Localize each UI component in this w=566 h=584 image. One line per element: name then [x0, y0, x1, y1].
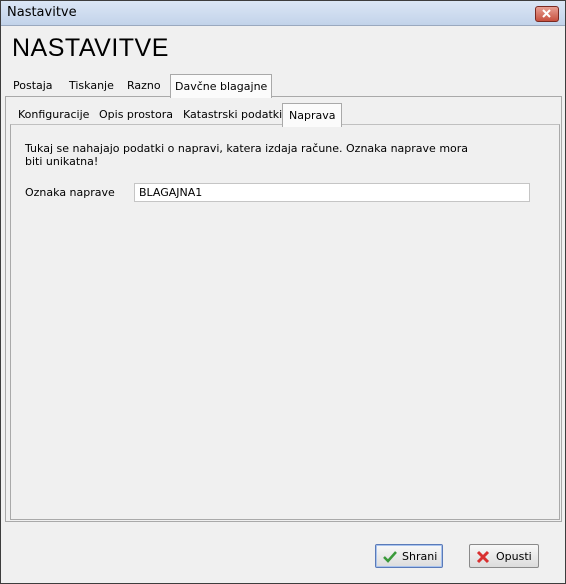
tab-razno[interactable]: Razno — [123, 76, 165, 96]
tab-konfiguracije[interactable]: Konfiguracije — [14, 105, 93, 125]
device-id-input[interactable]: BLAGAJNA1 — [134, 183, 530, 202]
tab-opis-prostora[interactable]: Opis prostora — [95, 105, 177, 125]
check-icon — [383, 551, 397, 563]
tab-davcne-blagajne[interactable]: Davčne blagajne — [170, 74, 273, 98]
tab-katastrski-podatki[interactable]: Katastrski podatki — [179, 105, 286, 125]
cancel-button[interactable]: Opusti — [469, 544, 539, 568]
close-icon — [542, 9, 551, 18]
x-icon — [476, 550, 490, 564]
device-description: Tukaj se nahajajo podatki o napravi, kat… — [25, 142, 469, 168]
save-button[interactable]: Shrani — [375, 544, 443, 568]
title-bar[interactable]: Nastavitve — [1, 1, 565, 26]
cancel-label: Opusti — [496, 550, 532, 563]
tab-naprava[interactable]: Naprava — [282, 103, 343, 127]
device-label: Oznaka naprave — [25, 186, 115, 199]
window-title: Nastavitve — [7, 5, 77, 20]
tab-postaja[interactable]: Postaja — [9, 76, 57, 96]
close-button[interactable] — [535, 6, 559, 22]
tab-tiskanje[interactable]: Tiskanje — [65, 76, 118, 96]
save-label: Shrani — [402, 550, 438, 563]
page-title: NASTAVITVE — [12, 34, 169, 62]
settings-window: Nastavitve NASTAVITVE Postaja Tiskanje R… — [0, 0, 566, 584]
